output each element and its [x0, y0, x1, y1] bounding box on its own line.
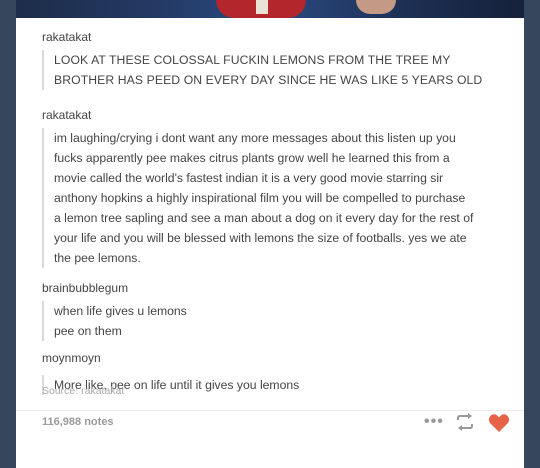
post-card: rakatakat LOOK AT THESE COLOSSAL FUCKIN … [16, 0, 524, 468]
quote-line: when life gives u lemons [54, 304, 187, 318]
notes-count[interactable]: 116,988 notes [42, 416, 114, 428]
reblog-quote: when life gives u lemons pee on them [42, 301, 187, 341]
quote-line: BROTHER HAS PEED ON EVERY DAY SINCE HE W… [54, 73, 483, 87]
quote-line: im laughing/crying i dont want any more … [54, 131, 456, 145]
quote-line: the pee lemons. [54, 251, 141, 265]
quote-line: anthony hopkins a highly inspirational f… [54, 191, 466, 205]
reblog-username[interactable]: moynmoyn [42, 351, 101, 365]
quote-line: a lemon tree sapling and see a man about… [54, 211, 474, 225]
source-link[interactable]: Source: rakatakat [42, 385, 124, 397]
reblog-username[interactable]: rakatakat [42, 30, 91, 44]
photo-crop [16, 0, 524, 18]
reblog-username[interactable]: rakatakat [42, 108, 91, 122]
reblog-icon[interactable] [454, 413, 476, 431]
reblog-quote: LOOK AT THESE COLOSSAL FUCKIN LEMONS FRO… [42, 50, 482, 90]
more-dots-icon[interactable]: ••• [424, 413, 444, 431]
footer-divider [16, 410, 524, 411]
quote-line: LOOK AT THESE COLOSSAL FUCKIN LEMONS FRO… [54, 53, 451, 67]
photo-shirt-stripe [256, 0, 268, 14]
quote-line: your life and you will be blessed with l… [54, 231, 467, 245]
quote-line: movie called the world's fastest indian … [54, 171, 444, 185]
reblog-quote: im laughing/crying i dont want any more … [42, 128, 473, 268]
reblog-username[interactable]: brainbubblegum [42, 281, 128, 295]
quote-line: fucks apparently pee makes citrus plants… [54, 151, 450, 165]
heart-icon[interactable] [488, 413, 510, 433]
photo-hand [356, 0, 396, 14]
quote-line: pee on them [54, 324, 122, 338]
